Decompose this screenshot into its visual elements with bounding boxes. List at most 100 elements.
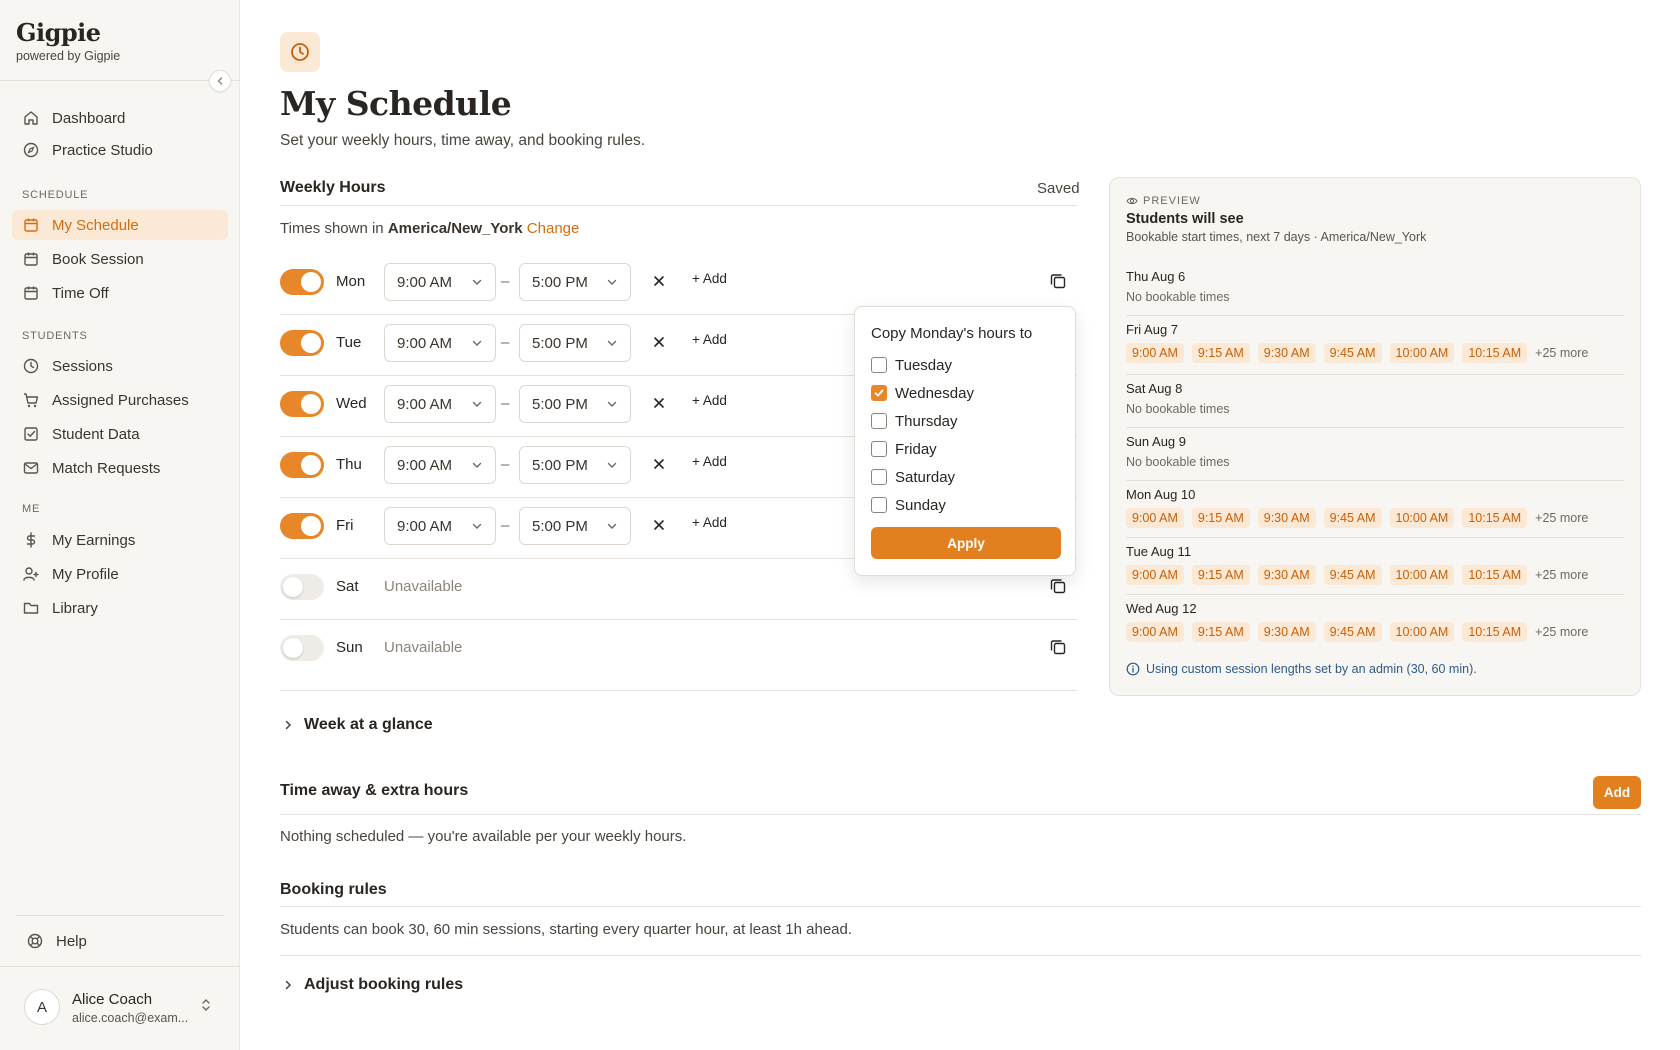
time-slot[interactable]: 9:30 AM <box>1257 622 1316 642</box>
copy-option-tuesday[interactable]: Tuesday <box>871 355 952 375</box>
day-toggle-wed[interactable] <box>280 391 324 417</box>
time-slot[interactable]: 9:45 AM <box>1323 343 1382 363</box>
time-slot[interactable]: 10:15 AM <box>1462 565 1528 585</box>
add-range-button[interactable]: + Add <box>692 515 727 530</box>
week-at-a-glance-toggle[interactable]: Week at a glance <box>280 716 433 734</box>
end-time-select[interactable]: 5:00 PM <box>519 324 631 362</box>
time-slot[interactable]: 10:00 AM <box>1389 622 1455 642</box>
day-toggle-tue[interactable] <box>280 330 324 356</box>
time-slot[interactable]: 9:45 AM <box>1323 565 1382 585</box>
add-range-button[interactable]: + Add <box>692 454 727 469</box>
time-slot[interactable]: 10:15 AM <box>1462 508 1528 528</box>
add-range-button[interactable]: + Add <box>692 393 727 408</box>
add-range-button[interactable]: + Add <box>692 271 727 286</box>
day-toggle-sat[interactable] <box>280 574 324 600</box>
cart-icon <box>24 393 39 408</box>
checkbox[interactable] <box>871 357 887 373</box>
copy-option-friday[interactable]: Friday <box>871 439 937 459</box>
time-slot[interactable]: 9:30 AM <box>1257 508 1316 528</box>
add-time-away-button[interactable]: Add <box>1593 776 1641 809</box>
sidebar-item-my-profile[interactable]: My Profile <box>12 559 228 589</box>
copy-option-saturday[interactable]: Saturday <box>871 467 955 487</box>
sidebar-item-student-data[interactable]: Student Data <box>12 419 228 449</box>
sidebar-item-assigned-purchases[interactable]: Assigned Purchases <box>12 385 228 415</box>
collapse-sidebar-button[interactable] <box>209 70 231 92</box>
time-slot[interactable]: 9:30 AM <box>1257 343 1316 363</box>
time-slot[interactable]: 10:00 AM <box>1389 508 1455 528</box>
add-range-button[interactable]: + Add <box>692 332 727 347</box>
change-timezone-link[interactable]: Change <box>527 220 580 237</box>
end-time-select[interactable]: 5:00 PM <box>519 446 631 484</box>
time-slot[interactable]: 10:15 AM <box>1462 343 1528 363</box>
start-time-value: 9:00 AM <box>397 517 453 535</box>
divider <box>280 205 1077 206</box>
start-time-select[interactable]: 9:00 AM <box>384 507 496 545</box>
time-slot[interactable]: 9:15 AM <box>1191 565 1250 585</box>
copy-icon <box>1050 640 1066 655</box>
day-toggle-sun[interactable] <box>280 635 324 661</box>
sidebar-item-time-off[interactable]: Time Off <box>12 278 228 308</box>
remove-range-button[interactable] <box>648 331 670 353</box>
day-toggle-fri[interactable] <box>280 513 324 539</box>
checkbox[interactable] <box>871 441 887 457</box>
time-slot[interactable]: 9:30 AM <box>1257 565 1316 585</box>
sidebar-item-match-requests[interactable]: Match Requests <box>12 453 228 483</box>
copy-hours-button[interactable] <box>1048 271 1068 291</box>
divider <box>280 955 1641 956</box>
sidebar-item-help[interactable]: Help <box>16 926 232 956</box>
brand[interactable]: Gigpie powered by Gigpie <box>16 18 120 63</box>
time-slot[interactable]: 9:00 AM <box>1126 622 1184 642</box>
timezone-line: Times shown in America/New_York Change <box>280 220 579 237</box>
remove-range-button[interactable] <box>648 270 670 292</box>
end-time-select[interactable]: 5:00 PM <box>519 507 631 545</box>
checkbox[interactable] <box>871 497 887 513</box>
start-time-select[interactable]: 9:00 AM <box>384 324 496 362</box>
time-slot[interactable]: 10:00 AM <box>1389 343 1455 363</box>
time-slot[interactable]: 9:00 AM <box>1126 343 1184 363</box>
time-slot[interactable]: 9:15 AM <box>1191 343 1250 363</box>
adjust-booking-rules-toggle[interactable]: Adjust booking rules <box>280 976 463 994</box>
time-slot[interactable]: 9:00 AM <box>1126 565 1184 585</box>
checkbox[interactable] <box>871 413 887 429</box>
end-time-select[interactable]: 5:00 PM <box>519 263 631 301</box>
sidebar-item-dashboard[interactable]: Dashboard <box>12 103 228 133</box>
day-toggle-mon[interactable] <box>280 269 324 295</box>
checkbox[interactable] <box>871 385 887 401</box>
sidebar-item-my-earnings[interactable]: My Earnings <box>12 525 228 555</box>
sidebar-item-practice-studio[interactable]: Practice Studio <box>12 135 228 165</box>
time-slot[interactable]: 10:15 AM <box>1462 622 1528 642</box>
copy-hours-button[interactable] <box>1048 637 1068 657</box>
remove-range-button[interactable] <box>648 392 670 414</box>
day-toggle-thu[interactable] <box>280 452 324 478</box>
divider <box>1126 594 1624 595</box>
preview-label: PREVIEW <box>1126 195 1201 207</box>
user-menu[interactable]: A Alice Coach alice.coach@exam... <box>0 966 240 1050</box>
checkbox[interactable] <box>871 469 887 485</box>
start-time-select[interactable]: 9:00 AM <box>384 446 496 484</box>
copy-hours-button[interactable] <box>1048 576 1068 596</box>
time-slot[interactable]: 9:45 AM <box>1323 622 1382 642</box>
time-slot[interactable]: 9:00 AM <box>1126 508 1184 528</box>
end-time-select[interactable]: 5:00 PM <box>519 385 631 423</box>
copy-option-thursday[interactable]: Thursday <box>871 411 958 431</box>
user-email: alice.coach@exam... <box>72 1011 189 1025</box>
remove-range-button[interactable] <box>648 453 670 475</box>
start-time-select[interactable]: 9:00 AM <box>384 385 496 423</box>
time-slot[interactable]: 9:45 AM <box>1323 508 1382 528</box>
start-time-select[interactable]: 9:00 AM <box>384 263 496 301</box>
remove-range-button[interactable] <box>648 514 670 536</box>
preview-day-name: Mon Aug 10 <box>1126 487 1196 502</box>
timezone-value: America/New_York <box>387 220 523 237</box>
sidebar-item-library[interactable]: Library <box>12 593 228 623</box>
copy-option-sunday[interactable]: Sunday <box>871 495 946 515</box>
range-dash: – <box>501 395 510 412</box>
time-slot[interactable]: 10:00 AM <box>1389 565 1455 585</box>
apply-button[interactable]: Apply <box>871 527 1061 559</box>
sidebar-item-my-schedule[interactable]: My Schedule <box>12 210 228 240</box>
sidebar-item-book-session[interactable]: Book Session <box>12 244 228 274</box>
copy-option-wednesday[interactable]: Wednesday <box>871 383 974 403</box>
time-slot[interactable]: 9:15 AM <box>1191 622 1250 642</box>
preview-day-name: Wed Aug 12 <box>1126 601 1197 616</box>
time-slot[interactable]: 9:15 AM <box>1191 508 1250 528</box>
sidebar-item-sessions[interactable]: Sessions <box>12 351 228 381</box>
